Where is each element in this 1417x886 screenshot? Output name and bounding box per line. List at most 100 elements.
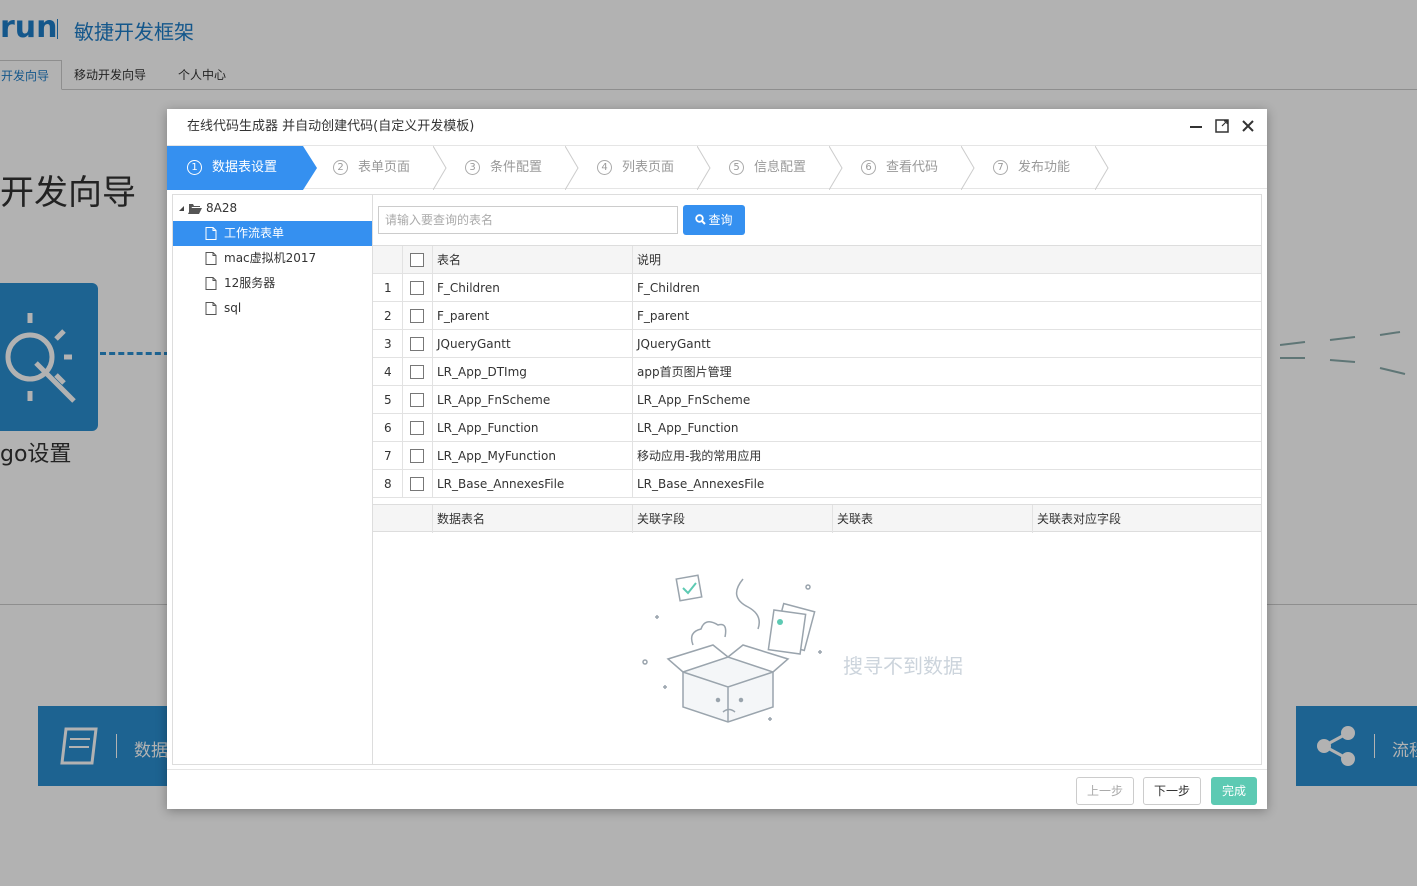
tree-item-label: sql	[224, 301, 242, 315]
step-number: 1	[187, 160, 202, 175]
step-label: 列表页面	[622, 160, 675, 175]
row-number: 3	[373, 330, 403, 358]
table-row[interactable]: 7 LR_App_MyFunction 移动应用-我的常用应用	[373, 442, 1261, 470]
step-7[interactable]: 7 发布功能	[993, 146, 1093, 190]
column-header-data-table[interactable]: 数据表名	[433, 505, 633, 533]
finish-button[interactable]: 完成	[1211, 777, 1258, 805]
step-5[interactable]: 5 信息配置	[729, 146, 829, 190]
file-icon	[205, 227, 217, 240]
step-arrow	[433, 146, 447, 190]
row-checkbox[interactable]	[410, 393, 424, 407]
tree-item-server-12[interactable]: 12服务器	[173, 271, 372, 296]
caret-down-icon[interactable]	[178, 205, 185, 212]
step-label: 条件配置	[490, 160, 543, 175]
row-number: 1	[373, 274, 403, 302]
tree-item-label: 12服务器	[224, 276, 276, 290]
column-header-name[interactable]: 表名	[433, 246, 633, 274]
search-icon	[695, 214, 707, 225]
database-tree: 8A28 工作流表单 mac虚拟机2017 12服务器 sql	[173, 195, 373, 764]
relation-grid-header: 数据表名 关联字段 关联表 关联表对应字段	[373, 504, 1261, 533]
empty-state-text: 搜寻不到数据	[843, 654, 963, 678]
column-header-desc[interactable]: 说明	[633, 246, 1261, 274]
step-number: 4	[597, 160, 612, 175]
step-number: 7	[993, 160, 1008, 175]
next-step-button[interactable]: 下一步	[1143, 777, 1202, 805]
minimize-icon	[1190, 126, 1202, 128]
step-number: 2	[333, 160, 348, 175]
row-number: 8	[373, 470, 403, 498]
table-row[interactable]: 2 F_parent F_parent	[373, 302, 1261, 330]
dialog-footer: 上一步 下一步 完成	[167, 769, 1267, 809]
file-icon	[205, 277, 217, 290]
search-button-label: 查询	[708, 213, 733, 227]
table-row[interactable]: 8 LR_Base_AnnexesFile LR_Base_AnnexesFil…	[373, 470, 1261, 498]
row-checkbox[interactable]	[410, 421, 424, 435]
table-row[interactable]: 5 LR_App_FnScheme LR_App_FnScheme	[373, 386, 1261, 414]
step-arrow	[1095, 146, 1109, 190]
select-all-checkbox[interactable]	[410, 253, 424, 267]
cell-table-name: LR_App_MyFunction	[433, 442, 633, 470]
maximize-button[interactable]	[1213, 117, 1231, 135]
prev-step-button[interactable]: 上一步	[1076, 777, 1135, 805]
cell-description: app首页图片管理	[637, 365, 732, 379]
dialog-body: 8A28 工作流表单 mac虚拟机2017 12服务器 sql 请输入要查询的表…	[172, 194, 1262, 765]
column-header-relation-field[interactable]: 关联字段	[633, 505, 833, 533]
step-arrow	[697, 146, 711, 190]
minimize-button[interactable]	[1187, 117, 1205, 135]
tree-item-workflow-form[interactable]: 工作流表单	[173, 221, 372, 246]
table-row[interactable]: 4 LR_App_DTImg app首页图片管理	[373, 358, 1261, 386]
row-number: 6	[373, 414, 403, 442]
tree-root-label: 8A28	[206, 201, 238, 215]
row-checkbox[interactable]	[410, 477, 424, 491]
column-header-relation-table[interactable]: 关联表	[833, 505, 1033, 533]
step-label: 发布功能	[1018, 160, 1071, 175]
cell-description: JQueryGantt	[637, 337, 711, 351]
step-6[interactable]: 6 查看代码	[861, 146, 961, 190]
cell-description: LR_Base_AnnexesFile	[637, 477, 765, 491]
step-number: 3	[465, 160, 480, 175]
step-arrow	[829, 146, 843, 190]
cell-table-name: LR_Base_AnnexesFile	[433, 470, 633, 498]
table-row[interactable]: 6 LR_App_Function LR_App_Function	[373, 414, 1261, 442]
close-button[interactable]	[1239, 117, 1257, 135]
step-2[interactable]: 2 表单页面	[333, 146, 433, 190]
step-1[interactable]: 1 数据表设置	[167, 146, 303, 190]
step-label: 查看代码	[886, 160, 939, 175]
table-search-input[interactable]	[378, 206, 678, 234]
step-arrow	[961, 146, 975, 190]
cell-table-name: F_Children	[433, 274, 633, 302]
cell-table-name: LR_App_DTImg	[433, 358, 633, 386]
maximize-icon	[1215, 119, 1229, 133]
row-checkbox[interactable]	[410, 337, 424, 351]
cell-table-name: LR_App_FnScheme	[433, 386, 633, 414]
table-row[interactable]: 1 F_Children F_Children	[373, 274, 1261, 302]
row-checkbox[interactable]	[410, 281, 424, 295]
tree-item-sql[interactable]: sql	[173, 296, 372, 321]
step-4[interactable]: 4 列表页面	[597, 146, 697, 190]
code-generator-dialog: 在线代码生成器 并自动创建代码(自定义开发模板) 1 数据表设置 2 表单页面	[167, 109, 1267, 809]
file-icon	[205, 302, 217, 315]
tables-grid: 表名 说明 1 F_Children F_Children 2 F_parent…	[373, 245, 1261, 503]
column-header-relation-table-field[interactable]: 关联表对应字段	[1033, 505, 1261, 533]
step-arrow	[565, 146, 579, 190]
cell-table-name: JQueryGantt	[433, 330, 633, 358]
step-number: 5	[729, 160, 744, 175]
search-button[interactable]: 查询	[683, 205, 745, 235]
row-checkbox[interactable]	[410, 449, 424, 463]
row-number: 7	[373, 442, 403, 470]
step-3[interactable]: 3 条件配置	[465, 146, 565, 190]
tree-item-mac-vm[interactable]: mac虚拟机2017	[173, 246, 372, 271]
dialog-title: 在线代码生成器 并自动创建代码(自定义开发模板)	[187, 119, 475, 134]
close-icon	[1242, 120, 1254, 132]
table-row[interactable]: 3 JQueryGantt JQueryGantt	[373, 330, 1261, 358]
row-checkbox[interactable]	[410, 365, 424, 379]
row-number: 5	[373, 386, 403, 414]
step-label: 表单页面	[358, 160, 411, 175]
step-label: 数据表设置	[212, 160, 278, 175]
empty-box-icon	[642, 574, 822, 723]
file-icon	[205, 252, 217, 265]
row-checkbox[interactable]	[410, 309, 424, 323]
folder-open-icon	[188, 204, 202, 214]
tree-root[interactable]: 8A28	[173, 196, 372, 221]
cell-description: LR_App_FnScheme	[637, 393, 751, 407]
